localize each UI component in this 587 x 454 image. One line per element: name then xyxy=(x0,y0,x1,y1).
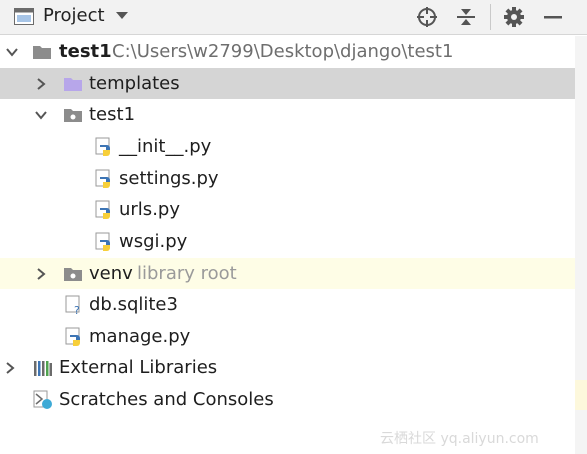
tree-item-label: venv xyxy=(89,263,133,284)
python-file-icon xyxy=(95,169,110,188)
tree-item-label: settings.py xyxy=(119,168,219,189)
package-folder-icon xyxy=(64,109,82,122)
tree-row-root[interactable]: test1 C:\Users\w2799\Desktop\django\test… xyxy=(0,36,575,67)
tree-row-file[interactable]: urls.py xyxy=(0,194,575,225)
tree-item-label: urls.py xyxy=(119,199,180,220)
tree-row-file[interactable]: __init__.py xyxy=(0,131,575,162)
tree-row-file[interactable]: settings.py xyxy=(0,163,575,194)
tree-row-file[interactable]: wsgi.py xyxy=(0,226,575,257)
scratches-icon xyxy=(33,390,52,409)
unknown-file-icon: ? xyxy=(65,295,80,315)
tree-row-file[interactable]: manage.py xyxy=(0,321,575,352)
collapse-all-icon[interactable] xyxy=(455,6,477,28)
folder-icon xyxy=(64,78,82,91)
tree-item-label: test1 xyxy=(59,41,112,62)
project-view-title[interactable]: Project xyxy=(43,5,105,27)
tree-row-venv[interactable]: venv library root xyxy=(0,258,575,289)
scrollbar-thumb[interactable] xyxy=(575,380,587,410)
folder-icon xyxy=(33,46,51,59)
chevron-down-icon[interactable] xyxy=(6,46,18,58)
tree-item-label: db.sqlite3 xyxy=(89,294,178,315)
toolbar-separator xyxy=(490,4,491,30)
tree-item-label: Scratches and Consoles xyxy=(59,389,274,410)
python-file-icon xyxy=(95,232,110,251)
tree-item-label: manage.py xyxy=(89,326,191,347)
tree-row-templates[interactable]: templates xyxy=(0,68,575,99)
python-file-icon xyxy=(95,200,110,219)
crosshair-icon[interactable] xyxy=(416,6,438,28)
watermark: 云栖社区 yq.aliyun.com xyxy=(380,431,539,447)
svg-text:?: ? xyxy=(74,304,80,315)
window-icon xyxy=(14,8,34,25)
tree-item-label: test1 xyxy=(89,104,136,125)
libraries-icon xyxy=(34,361,52,376)
chevron-down-icon[interactable] xyxy=(35,109,47,121)
project-path: C:\Users\w2799\Desktop\django\test1 xyxy=(112,41,454,62)
tree-row-file[interactable]: ? db.sqlite3 xyxy=(0,289,575,320)
library-root-hint: library root xyxy=(137,263,237,284)
tree-item-label: __init__.py xyxy=(119,136,212,157)
gear-icon[interactable] xyxy=(503,6,525,28)
package-folder-icon xyxy=(64,268,82,281)
tree-row-test1-package[interactable]: test1 xyxy=(0,99,575,130)
chevron-right-icon[interactable] xyxy=(4,362,16,374)
project-toolbar: Project xyxy=(0,0,587,35)
chevron-right-icon[interactable] xyxy=(35,268,47,280)
chevron-right-icon[interactable] xyxy=(35,78,47,90)
dropdown-chevron-icon[interactable] xyxy=(116,12,128,20)
tree-row-external-libraries[interactable]: External Libraries xyxy=(0,352,575,383)
tree-item-label: External Libraries xyxy=(59,357,218,378)
python-file-icon xyxy=(95,137,110,156)
tree-row-scratches[interactable]: Scratches and Consoles xyxy=(0,384,575,415)
python-file-icon xyxy=(65,327,80,346)
tree-item-label: wsgi.py xyxy=(119,231,188,252)
tree-item-label: templates xyxy=(89,73,180,94)
minimize-icon[interactable] xyxy=(542,6,564,28)
